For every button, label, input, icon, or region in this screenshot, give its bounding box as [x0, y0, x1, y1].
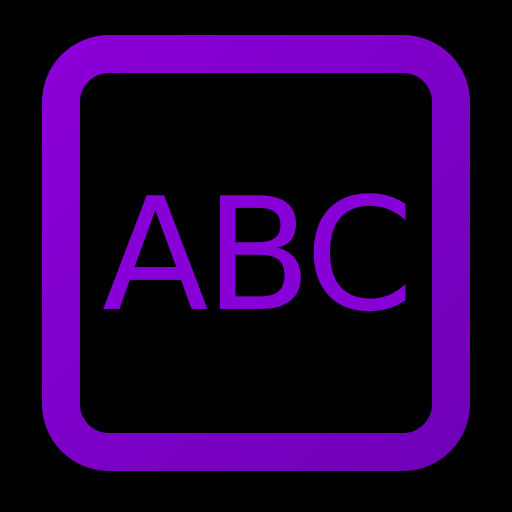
abc-text-icon-container: ABC: [0, 0, 512, 512]
abc-text-icon: ABC: [0, 0, 512, 512]
abc-label: ABC: [102, 164, 410, 346]
